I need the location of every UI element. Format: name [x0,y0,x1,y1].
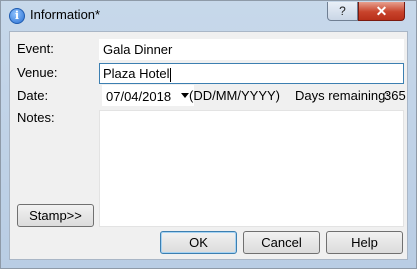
venue-field[interactable]: Plaza Hotel [99,63,404,84]
cancel-button[interactable]: Cancel [243,231,320,254]
days-remaining-value: 365 [384,88,406,103]
info-icon: i [9,8,25,24]
notes-label: Notes: [17,110,55,125]
venue-label: Venue: [17,65,58,80]
date-format-hint: (DD/MM/YYYY) [189,88,280,103]
dropdown-arrow-icon[interactable] [181,93,189,98]
dialog-body: Event: Gala Dinner Venue: Plaza Hotel Da… [9,31,408,260]
text-caret [170,67,172,82]
days-remaining-label: Days remaining: [295,88,389,103]
date-label: Date: [17,88,49,103]
venue-value: Plaza Hotel [103,66,170,81]
ok-button[interactable]: OK [160,231,237,254]
close-button[interactable]: ✕ [358,2,405,21]
event-label: Event: [17,41,54,56]
window-title: Information* [30,7,101,22]
title-help-button[interactable]: ? [327,2,358,21]
question-icon: ? [339,4,346,18]
title-bar[interactable]: i Information* ? ✕ [1,1,416,31]
date-value: 07/04/2018 [106,89,172,104]
help-button[interactable]: Help [326,231,403,254]
close-icon: ✕ [375,3,388,19]
notes-textarea[interactable] [99,110,404,227]
stamp-button[interactable]: Stamp>> [17,204,94,227]
information-dialog: i Information* ? ✕ Event: Gala Dinner Ve… [0,0,417,269]
date-picker[interactable]: 07/04/2018 [102,85,194,106]
event-field[interactable]: Gala Dinner [99,39,404,60]
